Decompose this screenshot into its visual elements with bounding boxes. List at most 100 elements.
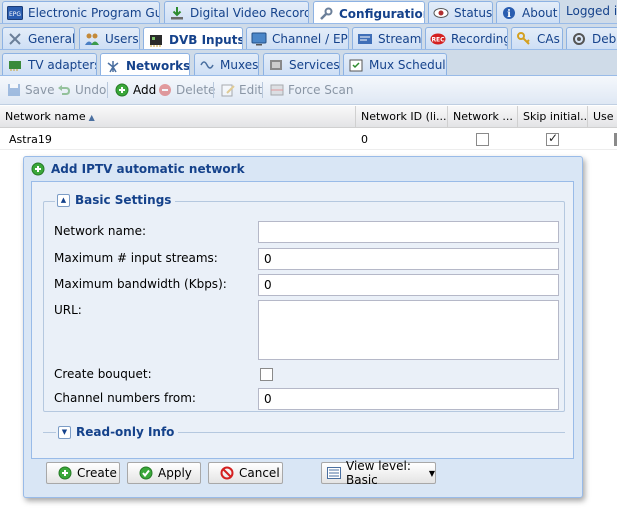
tab-dvr[interactable]: Digital Video Recorder: [164, 1, 309, 23]
tab-users[interactable]: Users: [79, 27, 140, 49]
network-name-input[interactable]: [258, 221, 559, 243]
add-button[interactable]: Add: [114, 80, 156, 100]
tab-stream[interactable]: Stream: [352, 27, 422, 49]
view-level-icon: [326, 465, 342, 481]
grid-toolbar: Save Undo Add Delete Edit Force Scan: [0, 76, 617, 105]
undo-icon: [56, 82, 72, 98]
readonly-info-legend[interactable]: ▼ Read-only Info: [56, 425, 179, 439]
tab-mux-schedulers[interactable]: Mux Schedulers: [343, 53, 447, 75]
save-icon: [6, 82, 22, 98]
column-network-name[interactable]: Network name ▲: [0, 106, 356, 128]
tab-label: Debu: [592, 31, 617, 46]
tab-channel-epg[interactable]: Channel / EPG: [246, 27, 349, 49]
tab-label: Users: [105, 31, 139, 46]
dvb-card-icon: [148, 32, 164, 48]
svg-text:EPG: EPG: [9, 11, 21, 18]
basic-settings-legend[interactable]: ▲ Basic Settings: [55, 193, 176, 207]
toolbar-separator: [213, 82, 214, 98]
tv-icon: [251, 31, 267, 47]
chevron-down-icon: ▼: [428, 468, 435, 478]
column-use[interactable]: Use: [588, 106, 617, 128]
tab-general[interactable]: General: [2, 27, 75, 49]
download-icon: [169, 5, 185, 21]
logged-in-label: Logged i: [566, 4, 617, 18]
tab-label: Services: [289, 57, 340, 72]
tab-label: Configuration: [339, 6, 425, 21]
key-icon: [516, 31, 532, 47]
expand-icon[interactable]: ▼: [58, 425, 71, 439]
svg-text:i: i: [507, 9, 511, 20]
collapse-icon[interactable]: ▲: [57, 193, 70, 207]
info-icon: i: [501, 5, 517, 21]
cancel-icon: [219, 465, 235, 481]
dialog-body: ▲ Basic Settings Network name: Maximum #…: [31, 181, 574, 459]
max-streams-input[interactable]: 0: [258, 248, 559, 270]
tab-configuration[interactable]: Configuration: [313, 1, 425, 23]
column-skip-initial[interactable]: Skip initial...: [518, 106, 588, 128]
cancel-button[interactable]: Cancel: [208, 462, 283, 484]
dialog-title: Add IPTV automatic network: [51, 162, 245, 176]
sort-asc-icon: ▲: [88, 113, 95, 122]
column-network-id[interactable]: Network ID (li...: [356, 106, 448, 128]
max-streams-label: Maximum # input streams:: [54, 251, 218, 265]
force-scan-button[interactable]: Force Scan: [269, 80, 353, 100]
max-bandwidth-input[interactable]: 0: [258, 274, 559, 296]
add-icon: [57, 465, 73, 481]
column-network[interactable]: Network ...: [448, 106, 518, 128]
check-icon: [138, 465, 154, 481]
table-row[interactable]: Astra19 0: [0, 129, 617, 150]
tab-services[interactable]: Services: [263, 53, 340, 75]
mux-icon: [199, 57, 215, 73]
scan-icon: [269, 82, 285, 98]
config-tab-bar: General Users DVB Inputs Channel / EPG S…: [0, 24, 617, 50]
tab-tv-adapters[interactable]: TV adapters: [2, 53, 97, 75]
tab-label: DVB Inputs: [169, 32, 243, 47]
tab-label: Muxes: [220, 57, 259, 72]
antenna-icon: [105, 58, 121, 74]
tab-label: General: [28, 31, 75, 46]
tab-status[interactable]: Status: [428, 1, 493, 23]
network-name-label: Network name:: [54, 224, 146, 238]
tab-about[interactable]: i About: [496, 1, 560, 23]
create-button[interactable]: Create: [46, 462, 120, 484]
tab-dvb-inputs[interactable]: DVB Inputs: [143, 27, 243, 49]
tab-muxes[interactable]: Muxes: [194, 53, 259, 75]
cell-network-name: Astra19: [9, 133, 52, 146]
url-textarea[interactable]: [258, 300, 559, 360]
add-icon: [30, 161, 46, 177]
basic-settings-fieldset: ▲ Basic Settings Network name: Maximum #…: [43, 193, 565, 412]
tab-recording[interactable]: REC Recording: [425, 27, 508, 49]
channel-numbers-input[interactable]: 0: [258, 388, 559, 410]
rec-icon: REC: [430, 31, 446, 47]
save-button[interactable]: Save: [6, 80, 54, 100]
debug-icon: [571, 31, 587, 47]
tab-epg[interactable]: EPG Electronic Program Guide: [2, 1, 160, 23]
tab-label: About: [522, 5, 558, 20]
create-bouquet-checkbox[interactable]: [260, 368, 273, 381]
toolbar-separator: [262, 82, 263, 98]
tab-label: TV adapters: [28, 57, 97, 72]
skip-initial-checkbox[interactable]: [546, 131, 559, 146]
tab-label: Stream: [378, 31, 422, 46]
create-bouquet-label: Create bouquet:: [54, 367, 152, 381]
tab-debug[interactable]: Debu: [566, 27, 617, 49]
tab-cas[interactable]: CAs: [511, 27, 563, 49]
undo-button[interactable]: Undo: [56, 80, 106, 100]
apply-button[interactable]: Apply: [127, 462, 201, 484]
delete-icon: [157, 82, 173, 98]
adapter-icon: [7, 57, 23, 73]
tab-label: Channel / EPG: [272, 31, 349, 46]
tools-icon: [7, 31, 23, 47]
view-level-dropdown[interactable]: View level: Basic ▼: [321, 459, 436, 487]
edit-button[interactable]: Edit: [220, 80, 262, 100]
tab-label: Networks: [126, 58, 190, 73]
dialog-title-bar[interactable]: Add IPTV automatic network: [24, 157, 582, 181]
delete-button[interactable]: Delete: [157, 80, 215, 100]
network-checkbox[interactable]: [476, 133, 489, 146]
tab-label: CAs: [537, 31, 560, 46]
services-icon: [268, 57, 284, 73]
tab-networks[interactable]: Networks: [100, 53, 190, 75]
edit-icon: [220, 82, 236, 98]
scheduler-icon: [348, 57, 364, 73]
stream-icon: [357, 31, 373, 47]
